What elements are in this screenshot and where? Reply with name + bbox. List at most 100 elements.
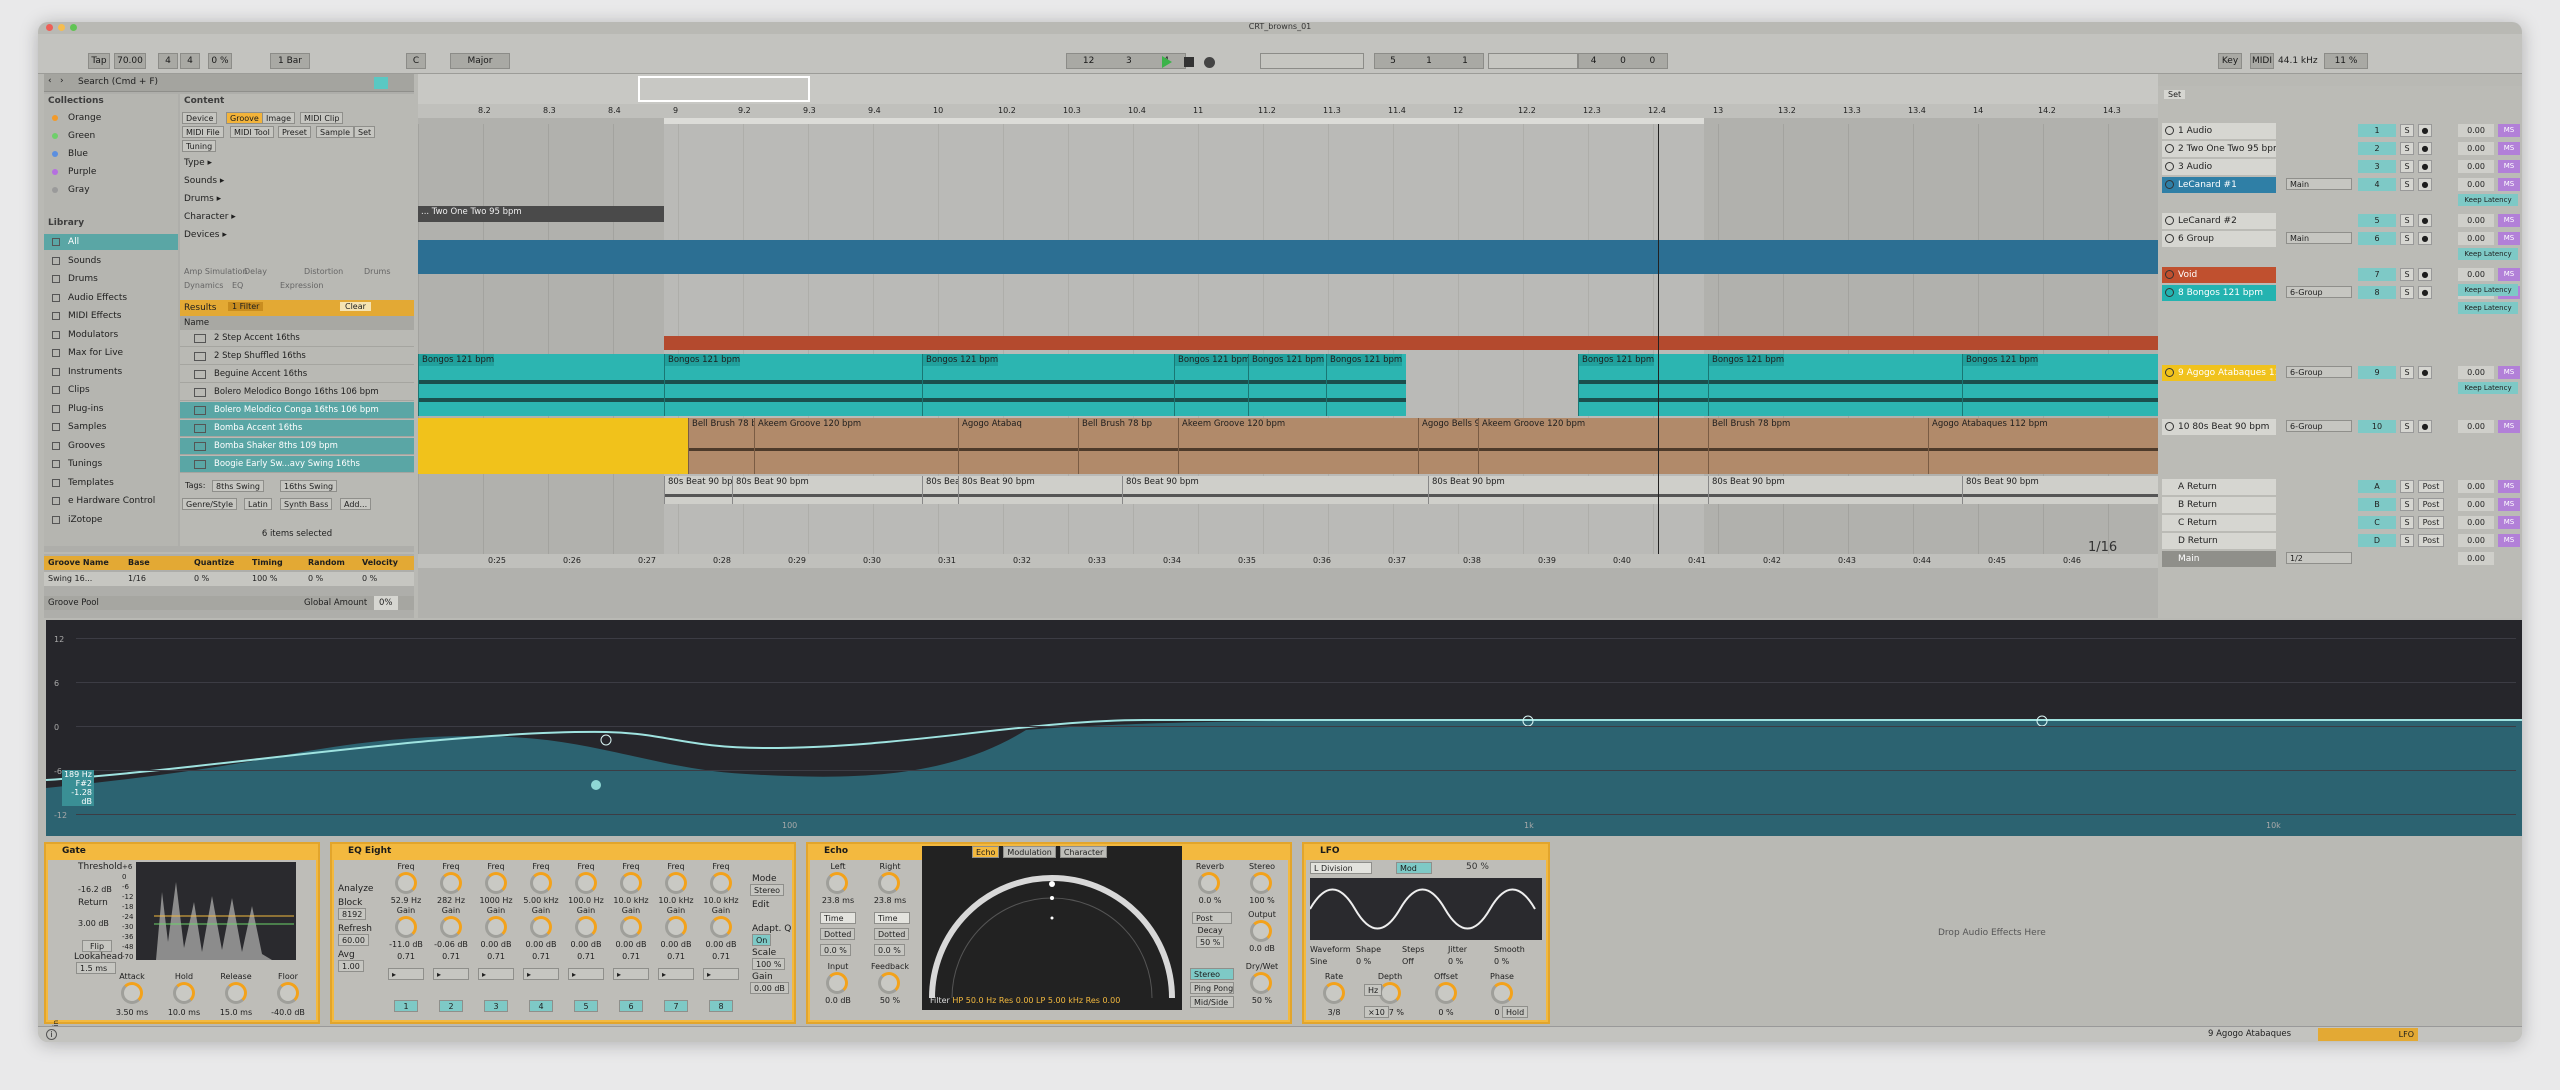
band-toggle[interactable]: 5 (574, 1000, 598, 1012)
quantize-menu[interactable]: 1 Bar (270, 53, 310, 69)
band-filter-type[interactable]: ▸ (613, 968, 649, 980)
return-volume[interactable]: 0.00 (2458, 516, 2494, 529)
track-volume[interactable]: 0.00 (2458, 142, 2494, 155)
overview-viewport[interactable] (638, 76, 810, 102)
track-name[interactable]: LeCanard #2 (2162, 213, 2276, 229)
solo-button[interactable]: S (2400, 142, 2414, 155)
band-gain-knob[interactable] (485, 916, 507, 938)
close-icon[interactable] (46, 24, 53, 31)
echo-post-menu[interactable]: Post (1192, 912, 1232, 924)
set-button[interactable]: Set (2164, 90, 2186, 99)
device-chip[interactable]: EQ (232, 280, 243, 291)
track-volume[interactable]: 0.00 (2458, 178, 2494, 191)
keep-latency-button[interactable]: Keep Latency (2458, 302, 2518, 314)
band-toggle[interactable]: 2 (439, 1000, 463, 1012)
play-icon[interactable] (1162, 56, 1172, 68)
library-item[interactable]: All (44, 234, 178, 250)
bongos-clip[interactable]: Bongos 121 bpm (664, 354, 922, 416)
return-activator[interactable]: B (2358, 498, 2396, 511)
band-q-value[interactable]: 0.71 (699, 952, 743, 961)
groove-cell[interactable]: 100 % (252, 573, 277, 584)
collection-item[interactable]: Gray (44, 182, 178, 198)
record-icon[interactable] (1204, 57, 1215, 68)
main-route[interactable]: 1/2 (2286, 552, 2352, 564)
band-gain-value[interactable]: 0.00 dB (474, 940, 518, 949)
eq8-block-menu[interactable]: 8192 (338, 908, 367, 920)
library-item[interactable]: MIDI Effects (44, 308, 178, 324)
collection-item[interactable]: Blue (44, 146, 178, 162)
band-freq-value[interactable]: 1000 Hz (474, 896, 518, 905)
ms-button[interactable]: MS (2498, 480, 2520, 493)
bongos-clip[interactable]: Bongos 121 bpm (1174, 354, 1248, 416)
band-toggle[interactable]: 1 (394, 1000, 418, 1012)
arm-button[interactable]: ● (2418, 214, 2432, 227)
track-play-icon[interactable] (2165, 144, 2174, 153)
solo-button[interactable]: S (2400, 232, 2414, 245)
lfo-steps-value[interactable]: Off (1402, 956, 1414, 967)
tag-chip[interactable]: Add... (340, 498, 372, 510)
echo-input-value[interactable]: 0.0 dB (814, 996, 862, 1005)
echo-stereo-knob[interactable] (1250, 872, 1272, 894)
solo-button[interactable]: S (2400, 286, 2414, 299)
bongos-clip[interactable]: Bongos 121 bpm (1248, 354, 1326, 416)
tag-chip[interactable]: 8ths Swing (212, 480, 264, 492)
ms-button[interactable]: MS (2498, 142, 2520, 155)
echo-left-time[interactable]: Time (820, 912, 856, 924)
eq8-adaptq-toggle[interactable]: On (752, 934, 772, 946)
track-activator[interactable]: 5 (2358, 214, 2396, 227)
return-name[interactable]: A Return (2162, 479, 2276, 495)
beat-clip[interactable]: 80s Beat 90 bpm (958, 476, 1122, 504)
agogo-clip[interactable]: Akeem Groove 120 bpm (1478, 418, 1708, 474)
agogo-clip[interactable]: Agogo Atabaques 112 bpm (1928, 418, 2158, 474)
position-display[interactable]: 511 (1374, 53, 1484, 69)
lfo-rate-knob[interactable] (1323, 982, 1345, 1004)
ms-button[interactable]: MS (2498, 534, 2520, 547)
content-chip[interactable]: Preset (278, 126, 311, 138)
gate-attack-knob[interactable] (121, 982, 143, 1004)
filter-character[interactable]: Character ▸ (184, 212, 236, 223)
result-item[interactable]: 2 Step Accent 16ths (180, 330, 414, 347)
track-volume[interactable]: 0.00 (2458, 214, 2494, 227)
band-freq-knob[interactable] (485, 872, 507, 894)
device-chip[interactable]: Drums (364, 266, 390, 277)
bongos-clip[interactable]: Bongos 121 bpm (1962, 354, 2158, 416)
content-chip[interactable]: Set (354, 126, 376, 138)
swing-field[interactable]: 0 % (208, 53, 232, 69)
device-chip[interactable]: Distortion (304, 266, 343, 277)
band-toggle[interactable]: 6 (619, 1000, 643, 1012)
post-button[interactable]: Post (2418, 516, 2444, 529)
eq8-gain-field[interactable]: 0.00 dB (750, 982, 789, 994)
band-freq-value[interactable]: 52.9 Hz (384, 896, 428, 905)
device-chip[interactable]: Delay (244, 266, 267, 277)
eq8-scale-field[interactable]: 100 % (752, 958, 786, 970)
echo-right-knob[interactable] (878, 872, 900, 894)
lfo-shape-value[interactable]: 0 % (1356, 956, 1371, 967)
band-freq-knob[interactable] (530, 872, 552, 894)
track-volume[interactable]: 0.00 (2458, 366, 2494, 379)
ms-button[interactable]: MS (2498, 160, 2520, 173)
lfo-x10-toggle[interactable]: ×10 (1364, 1006, 1389, 1018)
echo-filter-strip[interactable]: Filter HP 50.0 Hz Res 0.00 LP 5.00 kHz R… (930, 996, 1120, 1005)
echo-right-time[interactable]: Time (874, 912, 910, 924)
band-freq-value[interactable]: 100.0 Hz (564, 896, 608, 905)
echo-drywet-value[interactable]: 50 % (1238, 996, 1286, 1005)
agogo-clip[interactable]: Agogo Bells 90 (1418, 418, 1478, 474)
clear-button[interactable]: Clear (340, 302, 371, 311)
tag-chip[interactable]: 16ths Swing (280, 480, 338, 492)
solo-button[interactable]: S (2400, 124, 2414, 137)
agogo-clip[interactable]: Bell Brush 78 bp (1078, 418, 1178, 474)
band-q-value[interactable]: 0.71 (654, 952, 698, 961)
solo-button[interactable]: S (2400, 268, 2414, 281)
solo-button[interactable]: S (2400, 420, 2414, 433)
track-name[interactable]: 2 Two One Two 95 bpm (2162, 141, 2276, 157)
bongos-clip[interactable]: Bongos 121 bpm (1326, 354, 1406, 416)
echo-left-value[interactable]: 23.8 ms (814, 896, 862, 905)
track-activator[interactable]: 7 (2358, 268, 2396, 281)
band-gain-value[interactable]: 0.00 dB (609, 940, 653, 949)
track-activator[interactable]: 10 (2358, 420, 2396, 433)
content-chip[interactable]: MIDI Tool (230, 126, 274, 138)
void-clip[interactable] (664, 336, 2158, 350)
ms-button[interactable]: MS (2498, 516, 2520, 529)
keep-latency-button[interactable]: Keep Latency (2458, 194, 2518, 206)
band-freq-value[interactable]: 10.0 kHz (654, 896, 698, 905)
